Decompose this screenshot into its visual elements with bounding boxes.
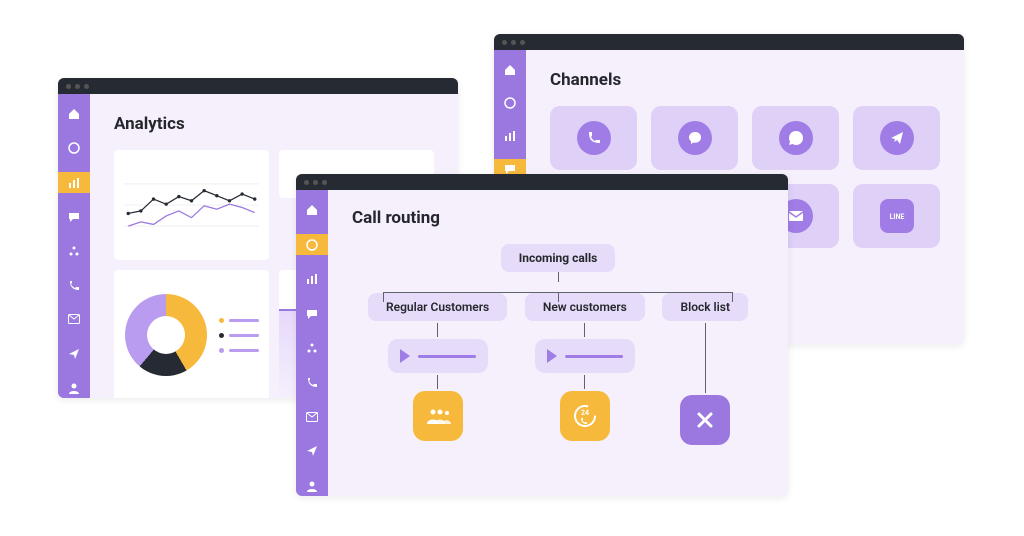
sidebar-item-chat[interactable] bbox=[296, 303, 328, 323]
play-icon bbox=[400, 349, 410, 363]
donut-chart bbox=[114, 270, 269, 398]
sidebar-item-user[interactable] bbox=[58, 378, 90, 398]
channel-whatsapp[interactable] bbox=[752, 106, 839, 170]
traffic-dot[interactable] bbox=[313, 180, 318, 185]
branch-label[interactable]: Block list bbox=[662, 293, 748, 321]
sidebar-item-network[interactable] bbox=[296, 338, 328, 358]
svg-text:LINE: LINE bbox=[889, 213, 904, 221]
sidebar-item-user[interactable] bbox=[296, 476, 328, 496]
sidebar-item-call[interactable] bbox=[296, 372, 328, 392]
sidebar-item-home[interactable] bbox=[494, 60, 526, 79]
branch-block: Block list bbox=[662, 293, 748, 445]
traffic-dot[interactable] bbox=[511, 40, 516, 45]
page-title: Call routing bbox=[352, 208, 764, 228]
sidebar-item-home[interactable] bbox=[296, 200, 328, 220]
sidebar-item-phone[interactable] bbox=[58, 138, 90, 158]
end-24-node[interactable]: 24 bbox=[560, 391, 610, 441]
end-team-node[interactable] bbox=[413, 391, 463, 441]
window-titlebar bbox=[494, 34, 964, 50]
page-title: Analytics bbox=[114, 114, 434, 134]
sidebar-item-chart[interactable] bbox=[58, 172, 90, 192]
play-greeting-node[interactable] bbox=[388, 339, 488, 373]
team-icon bbox=[425, 407, 451, 425]
channel-telegram[interactable] bbox=[853, 106, 940, 170]
sidebar-item-network[interactable] bbox=[58, 241, 90, 261]
traffic-dot[interactable] bbox=[75, 84, 80, 89]
sidebar-item-phone[interactable] bbox=[494, 93, 526, 112]
traffic-dot[interactable] bbox=[502, 40, 507, 45]
traffic-dot[interactable] bbox=[322, 180, 327, 185]
play-icon bbox=[547, 349, 557, 363]
sidebar-item-home[interactable] bbox=[58, 104, 90, 124]
window-titlebar bbox=[58, 78, 458, 94]
line-chart bbox=[114, 150, 269, 260]
sidebar-item-call[interactable] bbox=[58, 275, 90, 295]
donut-legend bbox=[219, 318, 259, 353]
24-phone-icon: 24 bbox=[572, 403, 598, 429]
sidebar-item-send[interactable] bbox=[58, 344, 90, 364]
channel-messenger[interactable] bbox=[651, 106, 738, 170]
sidebar-item-chart[interactable] bbox=[494, 126, 526, 145]
routing-flow: Incoming calls Regular Customers bbox=[352, 244, 764, 445]
branch-new: New customers 24 bbox=[525, 293, 645, 445]
telegram-icon bbox=[880, 121, 914, 155]
whatsapp-icon bbox=[779, 121, 813, 155]
channel-line[interactable]: LINE bbox=[853, 184, 940, 248]
routing-window: Call routing Incoming calls Regular Cust… bbox=[296, 174, 788, 496]
play-greeting-node[interactable] bbox=[535, 339, 635, 373]
sidebar-item-chart[interactable] bbox=[296, 269, 328, 289]
sidebar-item-mail[interactable] bbox=[296, 407, 328, 427]
window-titlebar bbox=[296, 174, 788, 190]
channel-phone[interactable] bbox=[550, 106, 637, 170]
routing-content: Call routing Incoming calls Regular Cust… bbox=[328, 190, 788, 496]
close-icon bbox=[696, 411, 714, 429]
sidebar-item-phone[interactable] bbox=[296, 234, 328, 254]
phone-icon bbox=[577, 121, 611, 155]
sidebar bbox=[58, 94, 90, 398]
traffic-dot[interactable] bbox=[520, 40, 525, 45]
sidebar bbox=[296, 190, 328, 496]
donut-icon bbox=[125, 294, 207, 376]
traffic-dot[interactable] bbox=[84, 84, 89, 89]
page-title: Channels bbox=[550, 70, 940, 90]
traffic-dot[interactable] bbox=[66, 84, 71, 89]
messenger-icon bbox=[678, 121, 712, 155]
end-close-node[interactable] bbox=[680, 395, 730, 445]
branch-regular: Regular Customers bbox=[368, 293, 507, 445]
sidebar-item-send[interactable] bbox=[296, 441, 328, 461]
sidebar-item-chat[interactable] bbox=[58, 207, 90, 227]
sidebar-item-mail[interactable] bbox=[58, 309, 90, 329]
svg-text:24: 24 bbox=[581, 409, 589, 417]
traffic-dot[interactable] bbox=[304, 180, 309, 185]
branch-label[interactable]: Regular Customers bbox=[368, 293, 507, 321]
flow-root-node[interactable]: Incoming calls bbox=[501, 244, 616, 272]
line-icon: LINE bbox=[880, 199, 914, 233]
branch-label[interactable]: New customers bbox=[525, 293, 645, 321]
